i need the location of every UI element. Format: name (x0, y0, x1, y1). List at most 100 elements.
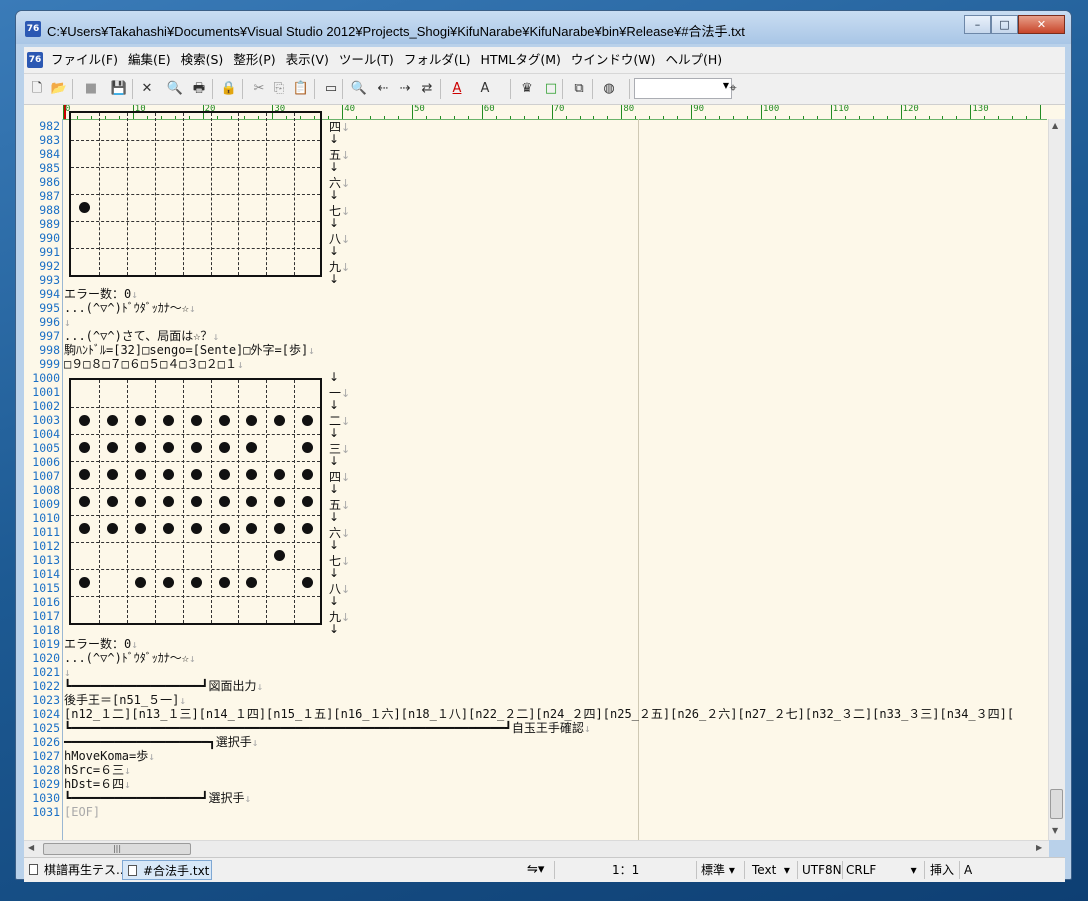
vertical-scrollbar[interactable]: ▲ ▼ (1048, 119, 1065, 840)
line-number: 1029 (32, 777, 60, 791)
piece-marker (218, 415, 230, 426)
horizontal-scrollbar[interactable]: ◀ ||| ▶ (24, 840, 1049, 857)
find-icon[interactable]: 🔍 (350, 80, 368, 98)
tab-kifu-test[interactable]: 棋譜再生テス... (24, 860, 127, 880)
scroll-up-icon[interactable]: ▲ (1052, 121, 1058, 130)
text-editor[interactable]: 0 10 20 30 40 50 60 70 80 90 100 110 120 130 982 983 98… (24, 105, 1065, 840)
line-number: 1007 (32, 469, 60, 483)
piece-marker (190, 469, 202, 480)
globe-icon[interactable]: ◍ (600, 80, 618, 98)
box-icon[interactable]: □ (542, 80, 560, 98)
eol-mark: ↓ (131, 638, 138, 651)
line-text: ...(^▽^)ﾄﾞｳﾀﾞｯｶﾅ～☆ (64, 651, 190, 665)
filetype-selector[interactable]: Text ▾ (752, 858, 790, 882)
eol-mark: ↓ (329, 272, 340, 286)
scroll-right-icon[interactable]: ▶ (1036, 843, 1042, 852)
eol-mark: ↓ (189, 302, 196, 315)
eol-mark: ↓ (341, 499, 351, 512)
app-icon: 76 (25, 21, 41, 37)
line-number: 1030 (32, 791, 60, 805)
close-window-button[interactable]: ✕ (1018, 15, 1065, 34)
font-color-icon[interactable]: A (448, 80, 466, 98)
ruler-tick (956, 116, 958, 119)
board-row (71, 113, 320, 140)
insert-mode[interactable]: 挿入 (930, 858, 954, 882)
line-number: 1004 (32, 427, 60, 441)
piece-marker (79, 523, 90, 534)
scroll-left-icon[interactable]: ◀ (28, 843, 34, 852)
line-number: 1005 (32, 441, 60, 455)
copy-icon[interactable]: ⎘ (270, 80, 288, 98)
save-icon[interactable]: 💾 (110, 80, 128, 98)
binoculars-icon[interactable]: ⌖ (724, 80, 742, 98)
line-number: 1021 (32, 665, 60, 679)
minimize-button[interactable]: – (964, 15, 991, 34)
eol-mark: ↓ (237, 358, 244, 371)
eol-mark: ↓ (124, 764, 131, 777)
menu-item[interactable]: ツール(T) (334, 47, 399, 73)
ruler-tick (788, 116, 790, 119)
toolbar-separator (629, 79, 630, 99)
line-text: 後手王＝[n51_５一] (64, 693, 180, 707)
line-text: ┗━━━━━━━━━━━━━━━━━━┛選択手 (64, 791, 245, 805)
menu-item[interactable]: フォルダ(L) (399, 47, 476, 73)
close-icon[interactable]: ✕ (138, 80, 156, 98)
new-file-icon[interactable]: 🗋 (28, 80, 46, 98)
piece-marker (79, 469, 90, 480)
piece-marker (134, 577, 146, 588)
window-icon[interactable]: ▭ (322, 80, 340, 98)
eol-mark: ↓ (329, 244, 340, 258)
menu-item[interactable]: 検索(S) (176, 47, 229, 73)
cut-icon[interactable]: ✂ (250, 80, 268, 98)
shogi-board-1 (69, 111, 322, 277)
maximize-button[interactable]: □ (991, 15, 1018, 34)
tab-goho-te[interactable]: #合法手.txt (122, 860, 212, 880)
line-number: 1017 (32, 609, 60, 623)
sync-icon[interactable]: ⇋▾ (527, 858, 544, 882)
ruler-tick (998, 116, 1000, 119)
app-menu-icon[interactable]: 76 (27, 52, 43, 68)
menu-item[interactable]: HTMLタグ(M) (476, 47, 566, 73)
ruler-tick (356, 116, 358, 119)
line-number: 1022 (32, 679, 60, 693)
save-disabled-icon[interactable]: ■ (82, 80, 100, 98)
vertical-scroll-thumb[interactable] (1050, 789, 1063, 819)
highlight-icon[interactable]: A (476, 80, 494, 98)
search-combo[interactable]: ▼ (634, 78, 732, 99)
menu-item[interactable]: 表示(V) (281, 47, 334, 73)
print-icon[interactable]: 🖶 (190, 80, 208, 98)
ruler-tick (830, 105, 832, 119)
title-bar[interactable]: 76 C:¥Users¥Takahashi¥Documents¥Visual S… (16, 11, 1071, 44)
menu-item[interactable]: ウインドウ(W) (566, 47, 661, 73)
copy-pane-icon[interactable]: ⧉ (570, 80, 588, 98)
mode-selector[interactable]: 標準 ▾ (701, 858, 735, 882)
find-next-icon[interactable]: ⇢ (396, 80, 414, 98)
ruler-tick (551, 105, 553, 119)
open-folder-icon[interactable]: 📂 (50, 80, 68, 98)
text-line: □９□８□７□６□５□４□３□２□１↓ (64, 357, 244, 372)
crown-icon[interactable]: ♛ (518, 80, 536, 98)
menu-item[interactable]: ヘルプ(H) (660, 47, 727, 73)
menu-item[interactable]: ファイル(F) (46, 47, 123, 73)
print-preview-icon[interactable]: 🔍 (166, 80, 184, 98)
line-number: 1003 (32, 413, 60, 427)
menu-item[interactable]: 整形(P) (228, 47, 280, 73)
line-text: ...(^▽^)さて、局面は☆？ (64, 329, 213, 343)
scroll-down-icon[interactable]: ▼ (1052, 826, 1058, 835)
menu-item[interactable]: 編集(E) (123, 47, 176, 73)
encoding-selector[interactable]: UTF8N (802, 858, 842, 882)
line-number: 993 (39, 273, 60, 287)
find-prev-icon[interactable]: ⇠ (374, 80, 392, 98)
eol-mark: ↓ (341, 555, 351, 568)
horizontal-scroll-thumb[interactable]: ||| (43, 843, 191, 855)
line-number: 991 (39, 245, 60, 259)
text-line: [n12_１二][n13_１三][n14_１四][n15_１五][n16_１六]… (64, 707, 1014, 721)
mode-label: 標準 (701, 863, 726, 877)
newline-selector[interactable]: CRLF ▾ (846, 858, 917, 882)
eol-mark: ↓ (329, 132, 340, 146)
ruler-tick (579, 116, 581, 119)
replace-icon[interactable]: ⇄ (418, 80, 436, 98)
paste-icon[interactable]: 📋 (292, 80, 310, 98)
ruler-label: 40 (344, 105, 356, 114)
lock-icon[interactable]: 🔒 (220, 80, 238, 98)
